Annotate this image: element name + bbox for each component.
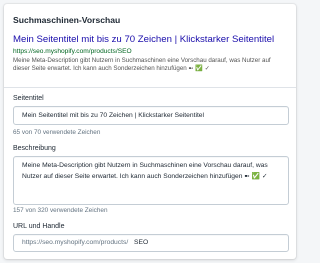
title-field-label: Seitentitel [13, 95, 44, 102]
title-char-counter: 65 von 70 verwendete Zeichen [13, 129, 101, 136]
divider [4, 87, 296, 88]
seo-preview-card: Suchmaschinen-Vorschau Mein Seitentitel … [4, 4, 296, 259]
preview-description-line-2: dieser Seite erwartet. Ich kann auch Son… [13, 65, 210, 73]
page-title-input[interactable]: Mein Seitentitel mit bis zu 70 Zeichen |… [13, 106, 289, 125]
url-handle-input[interactable]: https://seo.myshopify.com/products/ SEO [13, 234, 289, 252]
meta-description-textarea[interactable]: Meine Meta-Description gibt Nutzern in S… [13, 156, 289, 205]
preview-description: Meine Meta-Description gibt Nutzern in S… [13, 57, 291, 74]
url-field-label: URL und Handle [13, 223, 65, 230]
description-value-line-1: Meine Meta-Description gibt Nutzern in S… [22, 162, 268, 169]
description-char-counter: 157 von 320 verwendete Zeichen [13, 207, 108, 214]
description-value-line-2: Nutzer auf dieser Seite erwartet. Ich ka… [22, 172, 268, 180]
preview-url: https://seo.myshopify.com/products/SEO [13, 48, 132, 55]
section-title: Suchmaschinen-Vorschau [13, 15, 121, 25]
url-prefix: https://seo.myshopify.com/products/ [22, 239, 129, 246]
preview-title: Mein Seitentitel mit bis zu 70 Zeichen |… [13, 34, 275, 45]
description-field-label: Beschreibung [13, 145, 56, 152]
search-preview: Mein Seitentitel mit bis zu 70 Zeichen |… [13, 34, 291, 74]
url-handle-value[interactable]: SEO [134, 239, 148, 246]
